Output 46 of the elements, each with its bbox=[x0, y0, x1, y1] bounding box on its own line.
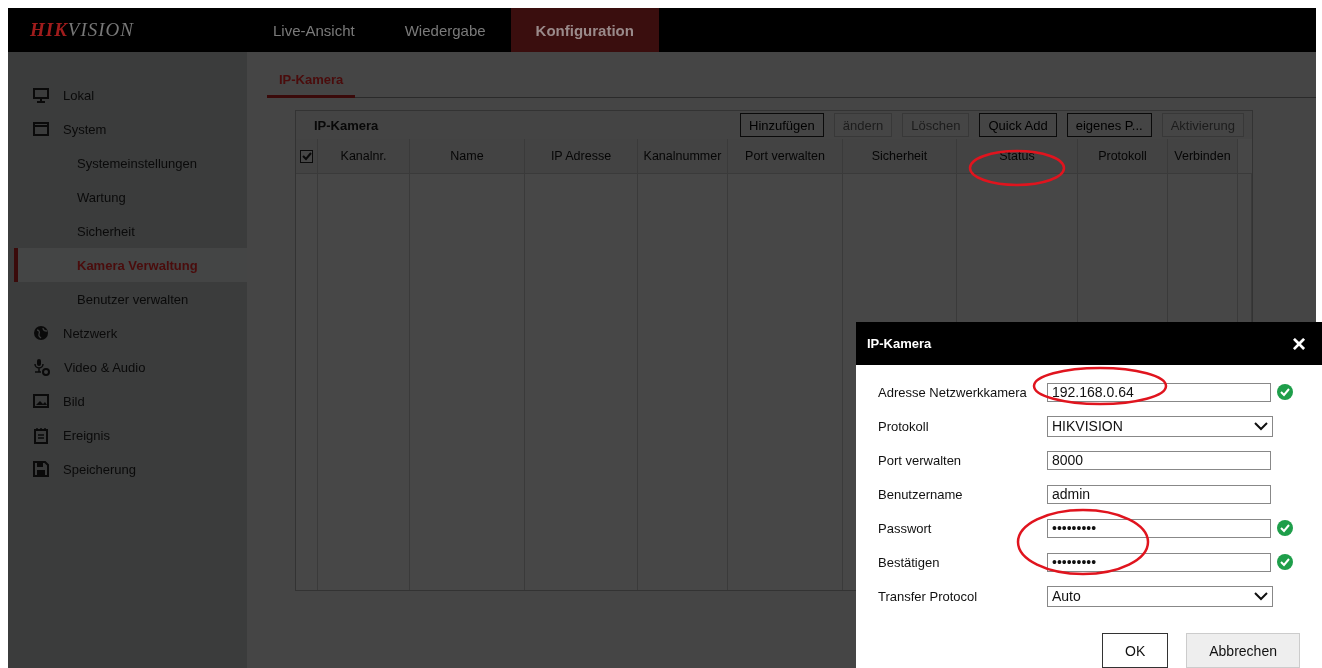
column-header: Port verwalten bbox=[728, 139, 843, 174]
image-icon bbox=[33, 393, 49, 409]
column-header: Sicherheit bbox=[843, 139, 957, 174]
column-header: Protokoll bbox=[1078, 139, 1168, 174]
dialog-title: IP-Kamera bbox=[867, 336, 932, 351]
page-tab[interactable]: IP-Kamera bbox=[267, 66, 356, 98]
microphone-gear-icon bbox=[33, 358, 50, 376]
column-header: Verbinden bbox=[1168, 139, 1238, 174]
toolbar-button[interactable]: Hinzufügen bbox=[740, 113, 824, 137]
calendar-icon bbox=[33, 426, 49, 444]
toolbar-button[interactable]: Quick Add bbox=[979, 113, 1057, 137]
globe-icon bbox=[33, 325, 49, 341]
checkbox[interactable] bbox=[300, 149, 313, 163]
select-field[interactable]: HIKVISION bbox=[1047, 415, 1273, 437]
nav-tab[interactable]: Live-Ansicht bbox=[248, 8, 380, 52]
dialog-button[interactable]: OK bbox=[1102, 633, 1169, 668]
input-field[interactable]: ••••••••• bbox=[1047, 518, 1271, 538]
checkmark-icon bbox=[301, 151, 312, 161]
column-header: IP Adresse bbox=[525, 139, 638, 174]
field-label: Benutzername bbox=[878, 486, 964, 502]
field-label: Bestätigen bbox=[878, 554, 941, 570]
column-header: Kanalnr. bbox=[318, 139, 410, 174]
input-field[interactable]: 192.168.0.64 bbox=[1047, 382, 1271, 402]
field-label: Passwort bbox=[878, 520, 933, 536]
chevron-down-icon bbox=[1254, 591, 1268, 601]
field-label: Adresse Netzwerkkamera bbox=[878, 384, 1028, 400]
field-label: Port verwalten bbox=[878, 452, 963, 468]
sidebar-subitem[interactable]: Kamera Verwaltung bbox=[14, 248, 247, 282]
nav-tab[interactable]: Konfiguration bbox=[510, 8, 659, 52]
input-field[interactable]: ••••••••• bbox=[1047, 552, 1271, 572]
logo: HIKVISION bbox=[29, 18, 135, 42]
field-label: Protokoll bbox=[878, 418, 930, 434]
monitor-icon bbox=[33, 87, 49, 103]
input-field[interactable]: admin bbox=[1047, 484, 1271, 504]
close-button[interactable]: × bbox=[1292, 331, 1306, 356]
field-label: Transfer Protocol bbox=[878, 588, 979, 604]
input-field[interactable]: 8000 bbox=[1047, 450, 1271, 470]
chevron-down-icon bbox=[1254, 421, 1268, 431]
table-title: IP-Kamera bbox=[314, 117, 380, 133]
dialog-button[interactable]: Abbrechen bbox=[1186, 633, 1300, 668]
window-icon bbox=[33, 121, 49, 137]
column-header: Kanalnummer bbox=[638, 139, 728, 174]
toolbar-button[interactable]: eigenes P... bbox=[1066, 113, 1152, 137]
nav-tab[interactable]: Wiedergabe bbox=[379, 8, 511, 52]
column-header: Name bbox=[410, 139, 525, 174]
select-field[interactable]: Auto bbox=[1047, 585, 1273, 607]
